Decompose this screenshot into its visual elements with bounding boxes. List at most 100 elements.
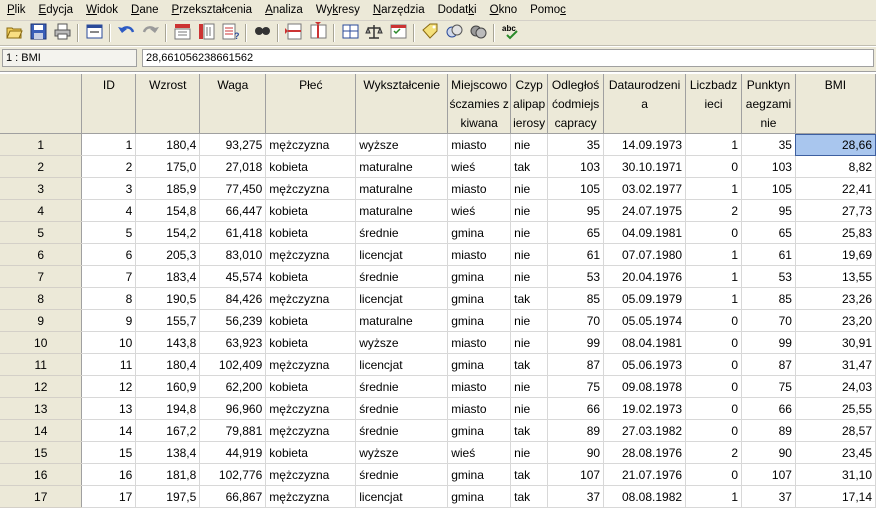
data-cell[interactable]: 23,20 <box>795 309 876 332</box>
row-header[interactable]: 17 <box>0 485 83 508</box>
data-cell[interactable]: 53 <box>547 265 605 288</box>
menu-widok[interactable]: Widok <box>79 1 124 19</box>
data-cell[interactable]: maturalne <box>355 155 449 178</box>
data-cell[interactable]: 05.05.1974 <box>603 309 687 332</box>
column-header[interactable]: Dataurodzeni a <box>603 74 687 134</box>
data-cell[interactable]: 27,018 <box>199 155 267 178</box>
data-cell[interactable]: 66 <box>547 397 605 420</box>
data-cell[interactable]: 103 <box>547 155 605 178</box>
data-cell[interactable]: tak <box>510 353 549 376</box>
data-cell[interactable]: 89 <box>741 419 796 442</box>
data-cell[interactable]: nie <box>510 199 549 222</box>
data-cell[interactable]: mężczyzna <box>265 133 357 156</box>
data-cell[interactable]: 66,447 <box>199 199 267 222</box>
row-header[interactable]: 1 <box>0 133 83 156</box>
menu-wykresy[interactable]: Wykresy <box>309 1 366 19</box>
data-cell[interactable]: 138,4 <box>135 441 201 464</box>
data-cell[interactable]: miasto <box>447 331 512 354</box>
data-cell[interactable]: 31,10 <box>795 463 876 486</box>
data-cell[interactable]: 1 <box>685 243 742 266</box>
data-cell[interactable]: 25,55 <box>795 397 876 420</box>
data-cell[interactable]: gmina <box>447 265 512 288</box>
data-cell[interactable]: gmina <box>447 309 512 332</box>
data-cell[interactable]: miasto <box>447 375 512 398</box>
data-cell[interactable]: 180,4 <box>135 353 201 376</box>
spell-check-button[interactable]: abc <box>500 23 520 43</box>
data-cell[interactable]: 65 <box>741 221 796 244</box>
data-cell[interactable]: kobieta <box>265 331 357 354</box>
data-cell[interactable]: średnie <box>355 375 449 398</box>
column-header[interactable]: Punktyn aegzami nie <box>741 74 796 134</box>
cell-value-field[interactable]: 28,661056238661562 <box>142 49 874 67</box>
data-cell[interactable]: miasto <box>447 133 512 156</box>
data-cell[interactable]: 0 <box>685 375 742 398</box>
data-cell[interactable]: mężczyzna <box>265 353 357 376</box>
data-cell[interactable]: kobieta <box>265 309 357 332</box>
data-cell[interactable]: 37 <box>741 485 796 508</box>
data-cell[interactable]: średnie <box>355 265 449 288</box>
row-header[interactable]: 2 <box>0 155 83 178</box>
data-cell[interactable]: 4 <box>81 199 137 222</box>
data-cell[interactable]: 14.09.1973 <box>603 133 687 156</box>
data-cell[interactable]: 1 <box>685 177 742 200</box>
goto-variable-button[interactable] <box>196 23 216 43</box>
data-cell[interactable]: tak <box>510 287 549 310</box>
menu-plik[interactable]: Plik <box>0 1 32 19</box>
data-cell[interactable]: kobieta <box>265 441 357 464</box>
data-cell[interactable]: gmina <box>447 463 512 486</box>
row-header[interactable]: 14 <box>0 419 83 442</box>
data-cell[interactable]: miasto <box>447 177 512 200</box>
data-cell[interactable]: 102,776 <box>199 463 267 486</box>
data-cell[interactable]: 155,7 <box>135 309 201 332</box>
menu-narzędzia[interactable]: Narzędzia <box>366 1 431 19</box>
data-cell[interactable]: nie <box>510 177 549 200</box>
column-header[interactable]: Wykształcenie <box>355 74 449 134</box>
data-cell[interactable]: 1 <box>685 287 742 310</box>
data-cell[interactable]: 0 <box>685 221 742 244</box>
data-cell[interactable]: nie <box>510 441 549 464</box>
data-cell[interactable]: 17,14 <box>795 485 876 508</box>
data-cell[interactable]: 99 <box>547 331 605 354</box>
row-header[interactable]: 4 <box>0 199 83 222</box>
data-cell[interactable]: 154,2 <box>135 221 201 244</box>
corner-cell[interactable] <box>0 74 83 134</box>
data-cell[interactable]: 09.08.1978 <box>603 375 687 398</box>
data-cell[interactable]: średnie <box>355 463 449 486</box>
row-header[interactable]: 15 <box>0 441 83 464</box>
data-cell[interactable]: 90 <box>547 441 605 464</box>
data-cell[interactable]: 62,200 <box>199 375 267 398</box>
data-cell[interactable]: 0 <box>685 353 742 376</box>
goto-case-button[interactable] <box>172 23 192 43</box>
menu-dane[interactable]: Dane <box>124 1 165 19</box>
data-cell[interactable]: tak <box>510 155 549 178</box>
data-cell[interactable]: maturalne <box>355 309 449 332</box>
data-cell[interactable]: gmina <box>447 485 512 508</box>
data-cell[interactable]: wieś <box>447 199 512 222</box>
data-cell[interactable]: 10 <box>81 331 137 354</box>
column-header[interactable]: ID <box>81 74 137 134</box>
data-cell[interactable]: 08.08.1982 <box>603 485 687 508</box>
variables-button[interactable]: ? <box>220 23 240 43</box>
data-cell[interactable]: 70 <box>741 309 796 332</box>
data-cell[interactable]: 0 <box>685 309 742 332</box>
data-cell[interactable]: 37 <box>547 485 605 508</box>
data-cell[interactable]: 95 <box>741 199 796 222</box>
data-cell[interactable]: 19.02.1973 <box>603 397 687 420</box>
data-cell[interactable]: 190,5 <box>135 287 201 310</box>
menu-dodatki[interactable]: Dodatki <box>431 1 483 19</box>
data-cell[interactable]: 75 <box>547 375 605 398</box>
data-cell[interactable]: 05.09.1979 <box>603 287 687 310</box>
data-cell[interactable]: 13 <box>81 397 137 420</box>
data-cell[interactable]: 61 <box>741 243 796 266</box>
data-cell[interactable]: 30,91 <box>795 331 876 354</box>
data-cell[interactable]: licencjat <box>355 485 449 508</box>
data-cell[interactable]: 13,55 <box>795 265 876 288</box>
data-cell[interactable]: tak <box>510 463 549 486</box>
row-header[interactable]: 3 <box>0 177 83 200</box>
data-cell[interactable]: maturalne <box>355 177 449 200</box>
row-header[interactable]: 9 <box>0 309 83 332</box>
data-cell[interactable]: 56,239 <box>199 309 267 332</box>
row-header[interactable]: 6 <box>0 243 83 266</box>
data-cell[interactable]: tak <box>510 485 549 508</box>
data-cell[interactable]: kobieta <box>265 155 357 178</box>
